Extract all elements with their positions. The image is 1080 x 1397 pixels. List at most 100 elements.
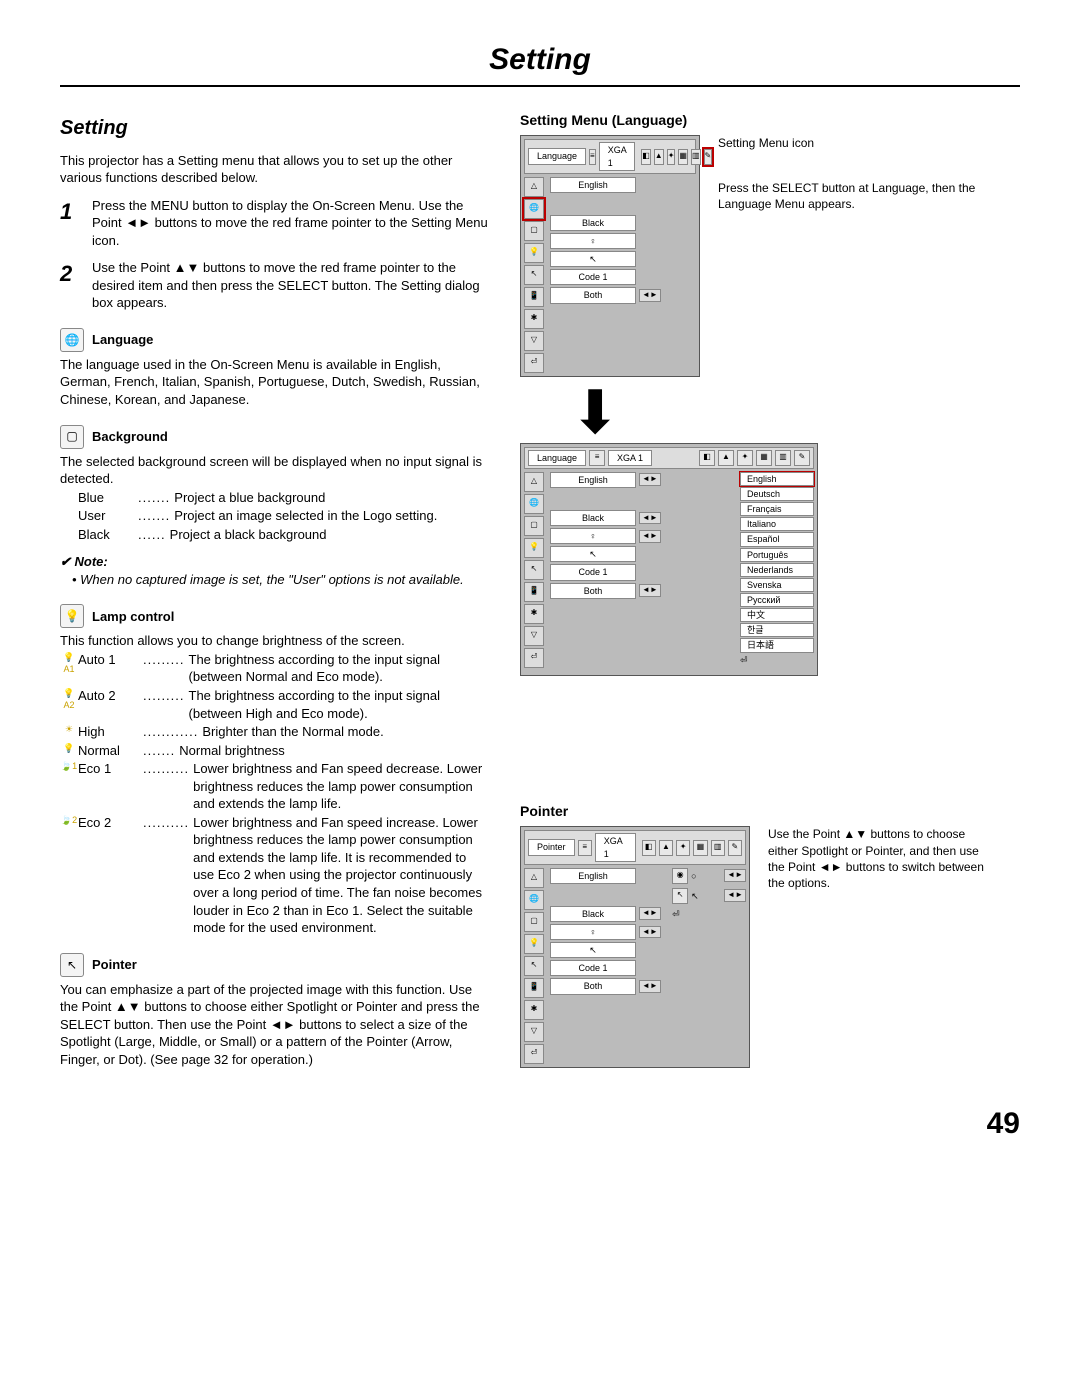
- pointer-pattern: ↖: [691, 890, 721, 902]
- row-lamp: ♀: [550, 528, 636, 544]
- setting-menu-icon-callout: Setting Menu icon: [718, 135, 990, 151]
- icon-slot: ▥: [775, 450, 791, 466]
- pointer-pattern-icon: ↖: [672, 888, 688, 904]
- icon-slot: ▲: [659, 840, 673, 856]
- step-2-number: 2: [60, 259, 82, 312]
- lr-arrows-icon: ◄►: [639, 926, 661, 939]
- lang-item: Español: [740, 532, 814, 546]
- ui-panel-3: Pointer ≡ XGA 1 ◧ ▲ ✦ ▦ ▥ ✎ △: [520, 826, 750, 1067]
- row-black: Black: [550, 510, 636, 526]
- step-1-text: Press the MENU button to display the On-…: [92, 197, 490, 250]
- lamp-a1-v: The brightness according to the input si…: [185, 651, 490, 686]
- pointer-icon: ↖: [60, 953, 84, 977]
- spotlight-size: ○: [691, 870, 721, 882]
- icon-slot: ▲: [654, 149, 664, 165]
- setting-menu-icon: ✎: [794, 450, 810, 466]
- bg-blue-label: Blue: [78, 489, 138, 507]
- lamp-e1-l: Eco 1: [78, 760, 143, 813]
- remote-icon: 📱: [524, 287, 544, 307]
- down-arrow-icon: ▽: [524, 331, 544, 351]
- bulb-a1-icon: 💡A1: [60, 651, 78, 686]
- row-ptr: ↖: [550, 942, 636, 958]
- ui-tab-pointer: Pointer: [528, 839, 575, 855]
- lamp-a2-l: Auto 2: [78, 687, 143, 722]
- lamp-no-v: Normal brightness: [175, 742, 490, 760]
- lamp-icon: 💡: [524, 538, 544, 558]
- background-icon: ▢: [60, 425, 84, 449]
- exit-icon: ⏎: [524, 353, 544, 373]
- remote-icon: 📱: [524, 978, 544, 998]
- lang-item: Deutsch: [740, 487, 814, 501]
- lang-item: 中文: [740, 608, 814, 622]
- exit-icon: ⏎: [524, 1044, 544, 1064]
- bg-black-label: Black: [78, 526, 138, 544]
- up-arrow-icon: △: [524, 177, 544, 197]
- icon-slot: ▦: [756, 450, 772, 466]
- row-english: English: [550, 472, 636, 488]
- row-black: Black: [550, 906, 636, 922]
- lr-arrows-icon: ◄►: [724, 869, 746, 882]
- pointer-panel-heading: Pointer: [520, 802, 990, 821]
- lamp-body: This function allows you to change brigh…: [60, 632, 490, 650]
- icon-slot: ◧: [699, 450, 715, 466]
- row-code: Code 1: [550, 564, 636, 580]
- up-arrow-icon: △: [524, 472, 544, 492]
- icon-slot: ▥: [711, 840, 725, 856]
- icon-slot: ▲: [718, 450, 734, 466]
- language-body: The language used in the On-Screen Menu …: [60, 356, 490, 409]
- lr-arrows-icon: ◄►: [639, 530, 661, 543]
- lr-arrows-icon: ◄►: [724, 889, 746, 902]
- background-icon: ▢: [524, 516, 544, 536]
- setting-menu-heading: Setting Menu (Language): [520, 111, 990, 130]
- icon-slot: ▥: [691, 149, 701, 165]
- lang-item: 한글: [740, 623, 814, 637]
- lr-arrows-icon: ◄►: [639, 907, 661, 920]
- exit-icon: ⏎: [524, 648, 544, 668]
- note-body: • When no captured image is set, the "Us…: [72, 571, 490, 589]
- lamp-a1-l: Auto 1: [78, 651, 143, 686]
- ui-panel-1: Language ≡ XGA 1 ◧ ▲ ✦ ▦ ▥ ✎ △: [520, 135, 700, 376]
- lamp-a2-v: The brightness according to the input si…: [185, 687, 490, 722]
- down-arrow-big-icon: ⬇: [520, 383, 990, 443]
- ui-tab-mode: XGA 1: [595, 833, 636, 861]
- lang-item: Русский: [740, 593, 814, 607]
- pointer-icon: ↖: [524, 956, 544, 976]
- pointer-icon: ↖: [524, 265, 544, 285]
- lamp-e1-v: Lower brightness and Fan speed decrease.…: [189, 760, 490, 813]
- lang-item: Nederlands: [740, 563, 814, 577]
- bg-user-val: Project an image selected in the Logo se…: [170, 507, 490, 525]
- row-code: Code 1: [550, 269, 636, 285]
- section-heading: Setting: [60, 115, 490, 142]
- lamp-icon: 💡: [524, 243, 544, 263]
- ui-tab-mode: XGA 1: [608, 450, 652, 466]
- bulb-eco2-icon: 🍃2: [60, 814, 78, 937]
- language-list: English Deutsch Français Italiano Españo…: [740, 472, 814, 672]
- globe-icon: 🌐: [524, 890, 544, 910]
- background-body: The selected background screen will be d…: [60, 453, 490, 488]
- icon-slot: ◧: [642, 840, 656, 856]
- lr-arrows-icon: ◄►: [639, 980, 661, 993]
- ui-tab-language: Language: [528, 450, 586, 466]
- intro-text: This projector has a Setting menu that a…: [60, 152, 490, 187]
- language-callout: Press the SELECT button at Language, the…: [718, 180, 990, 212]
- row-english: English: [550, 177, 636, 193]
- fan-icon: ✱: [524, 1000, 544, 1020]
- bg-black-val: Project a black background: [166, 526, 490, 544]
- background-icon: ▢: [524, 221, 544, 241]
- lang-item: 日本語: [740, 638, 814, 652]
- row-ptr: ↖: [550, 251, 636, 267]
- row-english: English: [550, 868, 636, 884]
- up-arrow-icon: △: [524, 868, 544, 888]
- globe-icon: 🌐: [524, 199, 544, 219]
- step-1-number: 1: [60, 197, 82, 250]
- icon-slot: ◧: [641, 149, 651, 165]
- ui-menu-icon: ≡: [589, 149, 596, 165]
- row-black: Black: [550, 215, 636, 231]
- icon-slot: ✦: [737, 450, 753, 466]
- bulb-a2-icon: 💡A2: [60, 687, 78, 722]
- exit-icon: ⏎: [740, 654, 758, 672]
- fan-icon: ✱: [524, 309, 544, 329]
- down-arrow-icon: ▽: [524, 1022, 544, 1042]
- globe-icon: 🌐: [60, 328, 84, 352]
- lamp-icon: 💡: [60, 604, 84, 628]
